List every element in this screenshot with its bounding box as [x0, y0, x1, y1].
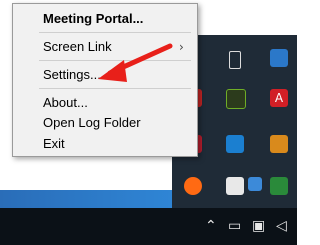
annotation-arrow [98, 43, 173, 82]
